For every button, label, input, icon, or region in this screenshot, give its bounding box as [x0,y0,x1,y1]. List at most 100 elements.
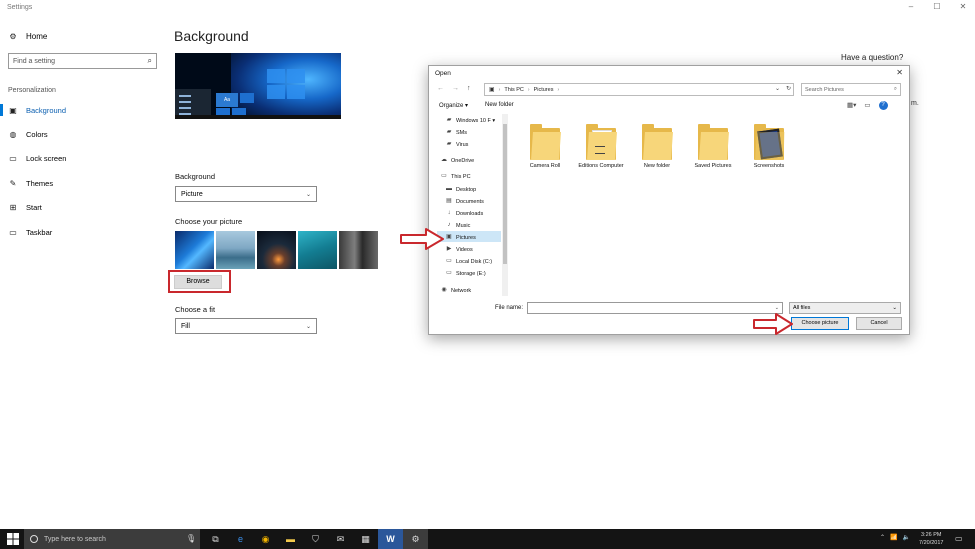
microphone-icon[interactable]: 🎙 [186,534,196,543]
address-bar[interactable]: ▣ › This PC › Pictures › [484,83,794,96]
back-arrow-icon[interactable]: ← [437,85,444,92]
scrollbar-thumb[interactable] [503,124,507,264]
tree-item-storage[interactable]: ▭ Storage (E:) [445,270,486,277]
settings-gear-icon[interactable]: ⚙ [403,529,428,549]
chevron-down-icon[interactable]: ⌄ [775,305,779,311]
view-options-icon[interactable]: ▦▾ [847,101,856,110]
video-icon: ▶ [446,246,452,252]
tree-item-label: Local Disk (C:) [456,258,493,265]
file-type-select[interactable]: All files ⌄ [789,302,901,314]
windows-start-icon[interactable] [7,533,19,545]
sidebar-item-themes[interactable]: ✎ Themes [0,171,165,195]
chevron-up-icon[interactable]: ⌃ [880,534,885,541]
tree-item-local-disk[interactable]: ▭ Local Disk (C:) [445,258,492,265]
picture-thumbnail[interactable] [216,231,255,269]
maximize-button[interactable]: ☐ [931,2,943,11]
edge-icon[interactable]: e [228,529,253,549]
store-icon[interactable]: ⛉ [303,529,328,549]
word-icon[interactable]: W [378,529,403,549]
breadcrumb-pictures[interactable]: Pictures [534,87,554,93]
sidebar-item-lock-screen[interactable]: ▭ Lock screen [0,147,165,171]
sidebar-item-background[interactable]: ▣ Background [0,98,165,122]
home-link[interactable]: ⚙ Home [0,24,165,48]
folder-new-folder[interactable]: New folder [631,124,683,170]
tree-item-sms[interactable]: ▰ SMs [445,129,467,136]
tree-item-network[interactable]: ◉ Network [440,287,471,294]
tree-item-music[interactable]: ♪ Music [445,222,471,229]
tree-item-windows10[interactable]: ▰ Windows 10 F ▾ [445,117,495,124]
tree-item-this-pc[interactable]: ▭ This PC [440,173,470,180]
tree-item-onedrive[interactable]: ☁ OneDrive [440,157,474,164]
dialog-search-input[interactable]: Search Pictures ⌕ [801,83,901,96]
picture-thumbnail[interactable] [298,231,337,269]
calculator-icon[interactable]: ▦ [353,529,378,549]
help-icon[interactable]: ? [878,101,888,110]
search-icon[interactable]: ⌕ [894,86,897,93]
taskbar-search-placeholder[interactable]: Type here to search [44,536,106,543]
close-button[interactable]: ✕ [957,2,969,11]
address-dropdown-icon[interactable]: ⌄ [775,85,780,92]
notification-icon[interactable]: ▭ [955,534,963,543]
tree-item-virus[interactable]: ▰ Virus [445,141,469,148]
find-setting-search[interactable]: Find a setting ⌕ [8,53,157,69]
forward-arrow-icon[interactable]: → [452,85,459,92]
minimize-button[interactable]: – [905,2,917,11]
volume-icon[interactable]: 🔈 [903,534,910,541]
organize-button[interactable]: Organize ▾ [439,102,468,109]
background-dropdown[interactable]: Picture ⌄ [175,186,317,202]
chrome-icon[interactable]: ◉ [253,529,278,549]
sidebar-item-taskbar[interactable]: ▭ Taskbar [0,220,165,244]
folder-saved-pictures[interactable]: Saved Pictures [687,124,739,170]
folder-icon [642,124,673,160]
tree-item-downloads[interactable]: ↓ Downloads [445,210,484,217]
desktop-preview: Aa [175,53,341,119]
fit-dropdown[interactable]: Fill ⌄ [175,318,317,334]
mail-icon[interactable]: ✉ [328,529,353,549]
desktop-icon: ▬ [446,186,452,192]
tree-item-desktop[interactable]: ▬ Desktop [445,186,476,193]
picture-thumbnail[interactable] [175,231,214,269]
task-view-icon[interactable]: ⧉ [203,529,228,549]
picture-thumbnail[interactable] [257,231,296,269]
help-question[interactable]: Have a question? [841,53,903,62]
preview-taskbar [175,115,341,119]
dialog-close-icon[interactable]: ✕ [896,68,903,77]
tree-item-documents[interactable]: ▤ Documents [445,198,484,205]
tree-item-label: Pictures [456,234,476,241]
tree-item-label: OneDrive [451,157,475,164]
search-icon[interactable]: ⌕ [148,56,152,66]
picture-thumbnail[interactable] [339,231,378,269]
up-arrow-icon[interactable]: ↑ [467,85,471,92]
file-name-input[interactable]: ⌄ [527,302,783,314]
tree-item-label: Desktop [456,186,477,193]
choose-picture-button[interactable]: Choose picture [791,317,849,330]
tree-scrollbar[interactable] [502,114,508,296]
download-icon: ↓ [447,210,451,216]
recent-pictures [175,231,378,269]
taskbar-clock[interactable]: 3:26 PM 7/20/2017 [919,531,943,547]
dialog-toolbar: Organize ▾ New folder ▦▾ ▭ ? [429,99,909,113]
sidebar-item-start[interactable]: ⊞ Start [0,196,165,220]
folder-label: Editions Computer [578,163,624,169]
search-placeholder[interactable]: Find a setting [13,58,55,65]
tree-item-label: Videos [456,246,473,253]
folder-screenshots[interactable]: Screenshots [743,124,795,170]
taskbar-search[interactable]: Type here to search [24,529,200,549]
address-controls: ⌄ ↻ [775,85,791,92]
cancel-button[interactable]: Cancel [856,317,902,330]
folder-editions-computer[interactable]: Editions Computer [575,124,627,170]
refresh-icon[interactable]: ↻ [786,85,791,92]
dialog-search-placeholder[interactable]: Search Pictures [805,87,844,93]
clock-date: 7/20/2017 [919,540,944,546]
tree-item-pictures[interactable]: ▣ Pictures [445,234,476,241]
pictures-pointer-arrow-icon [400,228,444,250]
section-label: Personalization [8,87,56,94]
network-icon[interactable]: 📶 [890,534,897,541]
file-explorer-icon[interactable]: ▬ [278,529,303,549]
preview-pane-icon[interactable]: ▭ [864,101,870,110]
folder-camera-roll[interactable]: Camera Roll [519,124,571,170]
breadcrumb-this-pc[interactable]: This PC [504,87,524,93]
new-folder-button[interactable]: New folder [485,102,514,108]
sidebar-item-colors[interactable]: ◍ Colors [0,122,165,146]
tree-item-videos[interactable]: ▶ Videos [445,246,473,253]
